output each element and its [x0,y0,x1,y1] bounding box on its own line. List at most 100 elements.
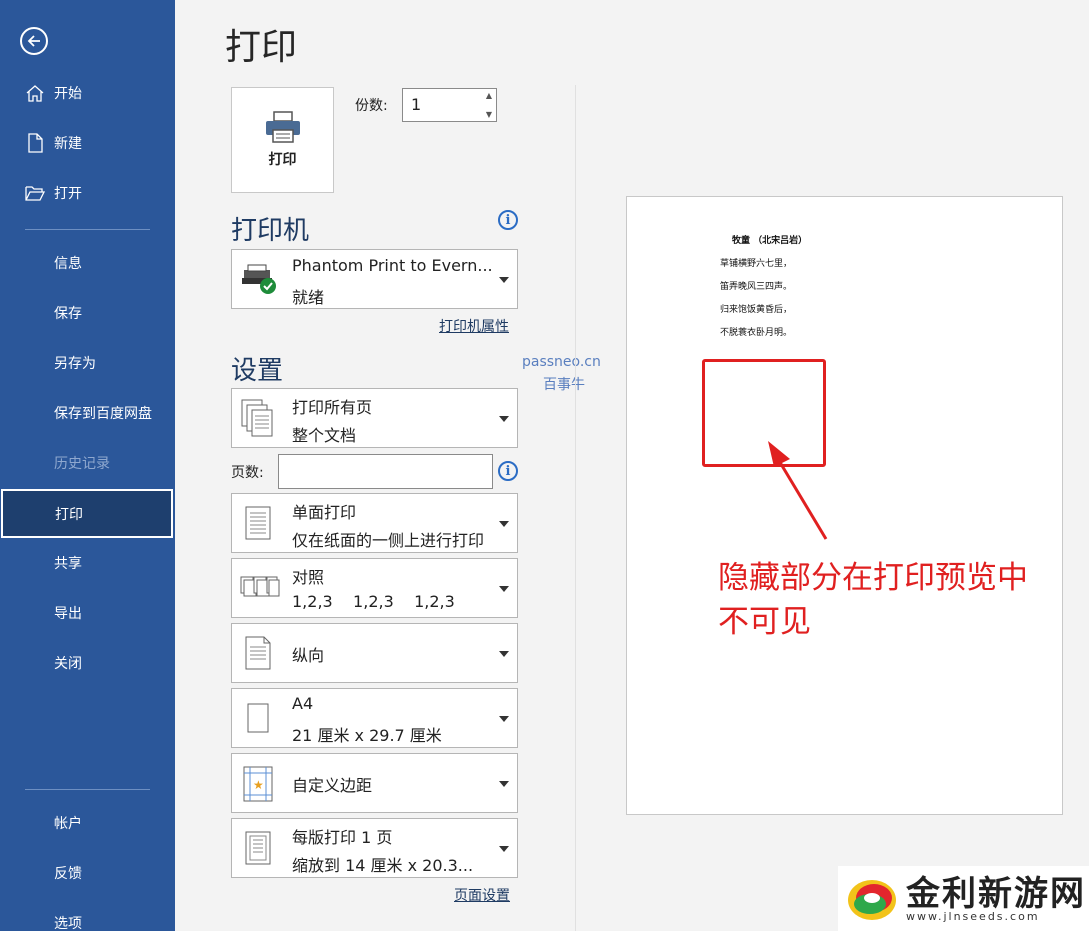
nav-save-to-baidu[interactable]: 保存到百度网盘 [0,391,175,435]
settings-heading: 设置 [231,356,284,386]
orientation-dropdown[interactable]: 纵向 [231,623,518,683]
setting-title: 自定义边距 [292,776,373,795]
watermark-text: 百事牛 [543,377,585,393]
nav-info[interactable]: 信息 [0,241,175,285]
nav-label: 历史记录 [54,456,110,472]
setting-title: 单面打印 [292,503,357,522]
setting-title: 打印所有页 [292,398,373,417]
custom-margins-icon: ★ [243,766,273,802]
poem-line: 归来饱饭黄昏后， [720,305,793,315]
chevron-down-icon [499,846,509,852]
annotation-line: 隐藏部分在打印预览中 [718,560,1028,596]
svg-text:★: ★ [253,778,264,792]
printer-name: Phantom Print to Evern... [292,256,493,275]
nav-new[interactable]: 新建 [0,121,175,165]
nav-history: 历史记录 [0,441,175,485]
nav-options[interactable]: 选项 [0,901,175,931]
paper-size-dropdown[interactable]: A4 21 厘米 x 29.7 厘米 [231,688,518,748]
nav-label: 反馈 [54,866,82,882]
page-setup-link[interactable]: 页面设置 [454,885,510,905]
spin-down-icon[interactable]: ▼ [486,110,492,119]
sidebar-divider [25,789,150,790]
home-icon [26,85,44,102]
paper-size-icon [247,703,269,733]
chevron-down-icon [499,521,509,527]
printer-properties-link[interactable]: 打印机属性 [439,316,509,336]
printer-dropdown[interactable]: Phantom Print to Evern... 就绪 [231,249,518,309]
nav-feedback[interactable]: 反馈 [0,851,175,895]
nav-label: 选项 [54,916,82,931]
print-button-label: 打印 [268,152,297,168]
annotation-arrow-icon [768,441,828,540]
backstage-sidebar: 开始 新建 打开 信息 保存 另存为 保存到百度网盘 历史记录 打印 共享 导出… [0,0,175,931]
setting-subtitle: 整个文档 [292,426,357,445]
logo-url: www.jlnseeds.com [906,910,1040,923]
nav-label: 帐户 [54,816,82,832]
setting-subtitle: 21 厘米 x 29.7 厘米 [292,726,442,745]
nav-save-as[interactable]: 另存为 [0,341,175,385]
watermark-url: passneo.cn [522,354,601,370]
print-range-dropdown[interactable]: 打印所有页 整个文档 [231,388,518,448]
print-button[interactable]: 打印 [231,87,334,193]
printer-ready-icon [242,264,276,294]
all-pages-icon [241,399,273,437]
nav-export[interactable]: 导出 [0,591,175,635]
chevron-down-icon [499,586,509,592]
logo-text: 金利新游网 [906,874,1086,914]
nav-label: 保存到百度网盘 [54,406,152,422]
setting-title: A4 [292,694,314,713]
copies-label: 份数: [355,98,388,114]
copies-value: 1 [411,95,422,114]
nav-label: 另存为 [54,356,96,372]
printer-icon [265,111,300,143]
nav-share[interactable]: 共享 [0,541,175,585]
setting-title: 纵向 [292,646,325,665]
chevron-down-icon [499,781,509,787]
spin-up-icon[interactable]: ▲ [486,91,492,100]
chevron-down-icon [499,416,509,422]
chevron-down-icon [499,651,509,657]
print-preview-page [626,196,1063,815]
nav-label: 打印 [55,506,83,523]
annotation-line: 不可见 [718,604,811,640]
collate-dropdown[interactable]: 对照 1,2,3 1,2,3 1,2,3 [231,558,518,618]
collate-icon [240,576,280,597]
nav-account[interactable]: 帐户 [0,801,175,845]
margins-dropdown[interactable]: ★ 自定义边距 [231,753,518,813]
sidebar-divider [25,229,150,230]
nav-label: 信息 [54,256,82,272]
printer-info-icon[interactable]: i [498,210,518,230]
poem-line: 笛弄晚风三四声。 [720,282,793,292]
open-folder-icon [25,186,46,201]
nav-label: 打开 [54,186,82,202]
logo-e-icon [848,880,896,920]
setting-title: 对照 [292,568,325,587]
setting-subtitle: 仅在纸面的一侧上进行打印 [292,531,485,550]
nav-save[interactable]: 保存 [0,291,175,335]
setting-title: 每版打印 1 页 [292,828,393,847]
nav-label: 新建 [54,136,82,152]
nav-open[interactable]: 打开 [0,171,175,215]
pages-info-icon[interactable]: i [498,461,518,481]
poem-title: 牧童 （北宋吕岩） [732,236,808,246]
nav-close[interactable]: 关闭 [0,641,175,685]
nav-label: 保存 [54,306,82,322]
back-button[interactable] [20,27,48,55]
one-sided-icon [245,506,271,540]
pages-per-sheet-dropdown[interactable]: 每版打印 1 页 缩放到 14 厘米 x 20.3... [231,818,518,878]
panel-divider [575,85,576,931]
setting-subtitle: 缩放到 14 厘米 x 20.3... [292,856,474,875]
new-document-icon [28,133,43,153]
chevron-down-icon [499,277,509,283]
nav-label: 共享 [54,556,82,572]
nav-home[interactable]: 开始 [0,71,175,115]
portrait-icon [245,636,271,670]
copies-stepper[interactable]: 1 ▲ ▼ [402,88,497,122]
poem-line: 草铺横野六七里， [720,259,793,269]
annotation-text: 隐藏部分在打印预览中 不可见 [718,556,1028,644]
sides-dropdown[interactable]: 单面打印 仅在纸面的一侧上进行打印 [231,493,518,553]
nav-label: 开始 [54,86,82,102]
nav-print[interactable]: 打印 [1,489,173,538]
pages-input[interactable] [278,454,493,489]
setting-subtitle: 1,2,3 1,2,3 1,2,3 [292,592,455,611]
